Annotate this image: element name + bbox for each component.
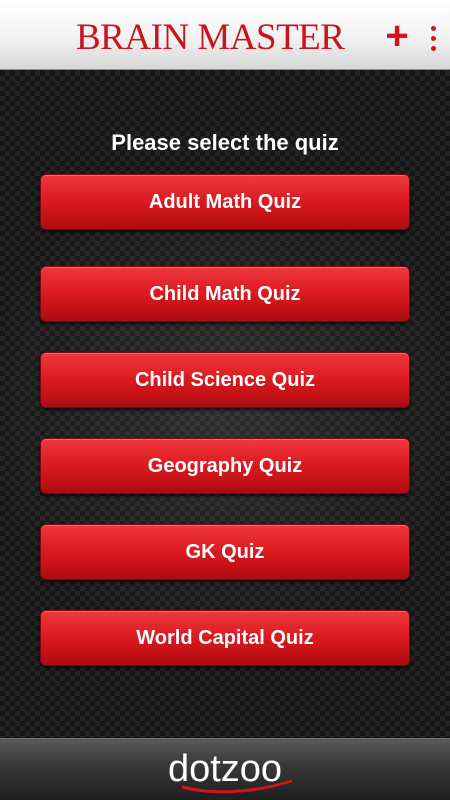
logo-swoosh-icon bbox=[181, 779, 293, 794]
overflow-menu-icon[interactable] bbox=[424, 22, 444, 54]
add-button[interactable]: + bbox=[381, 14, 413, 58]
app-title: BRAIN MASTER bbox=[76, 17, 345, 58]
child-science-quiz-button[interactable]: Child Science Quiz bbox=[40, 352, 410, 408]
app-header: BRAIN MASTER + bbox=[0, 0, 450, 70]
child-math-quiz-button[interactable]: Child Math Quiz bbox=[40, 266, 410, 322]
page-prompt: Please select the quiz bbox=[111, 130, 339, 155]
adult-math-quiz-button[interactable]: Adult Math Quiz bbox=[40, 174, 410, 230]
footer-banner: dotzoo bbox=[0, 738, 450, 800]
world-capital-quiz-button[interactable]: World Capital Quiz bbox=[40, 610, 410, 666]
geography-quiz-button[interactable]: Geography Quiz bbox=[40, 438, 410, 494]
dotzoo-logo[interactable]: dotzoo bbox=[152, 747, 298, 795]
gk-quiz-button[interactable]: GK Quiz bbox=[40, 524, 410, 580]
